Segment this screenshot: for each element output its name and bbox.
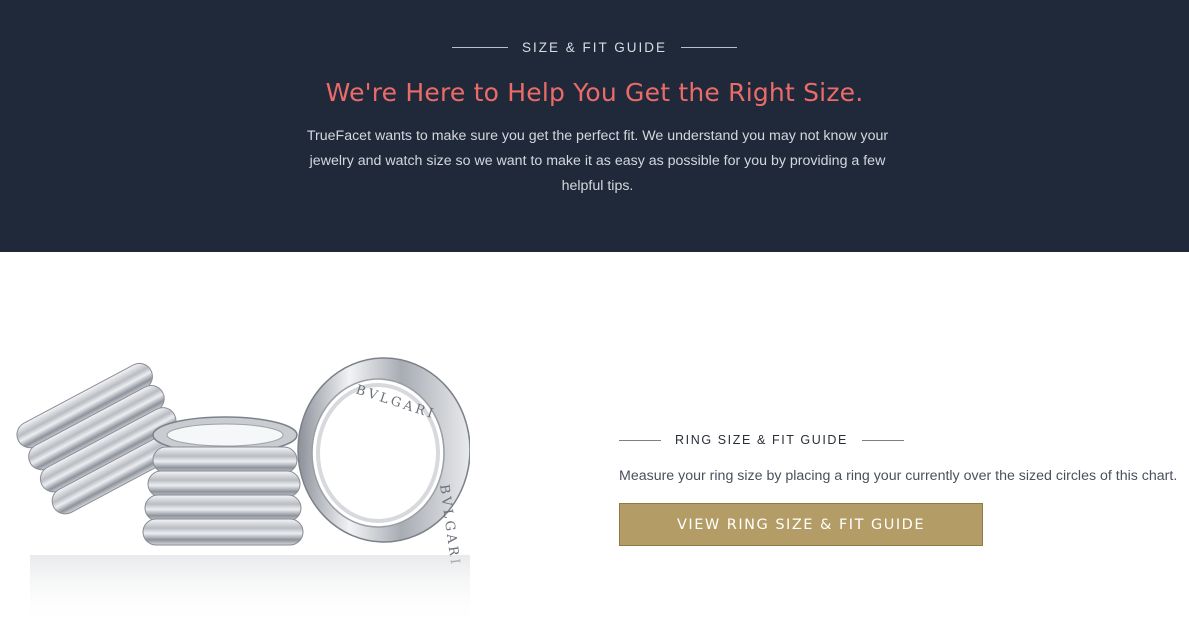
eyebrow-rule-right — [681, 47, 738, 48]
ring-guide-eyebrow-label: RING SIZE & FIT GUIDE — [675, 433, 848, 447]
view-ring-size-guide-button-label: VIEW RING SIZE & FIT GUIDE — [677, 516, 925, 533]
ring-guide-description: Measure your ring size by placing a ring… — [619, 468, 1178, 484]
hero-eyebrow: SIZE & FIT GUIDE — [0, 40, 1189, 55]
hero-intro: TrueFacet wants to make sure you get the… — [306, 128, 889, 194]
ring-guide-rule-left — [619, 439, 661, 441]
ring-guide-eyebrow: RING SIZE & FIT GUIDE — [619, 433, 1179, 447]
hero-headline: We're Here to Help You Get the Right Siz… — [325, 78, 864, 107]
right-ring: BVLGARI BVLGARI — [297, 357, 471, 568]
hero-eyebrow-label: SIZE & FIT GUIDE — [521, 40, 668, 55]
ring-size-guide: RING SIZE & FIT GUIDE Measure your ring … — [619, 433, 1179, 546]
ring-guide-rule-right — [861, 439, 904, 441]
eyebrow-rule-left — [451, 47, 508, 48]
middle-ring — [142, 416, 304, 546]
size-fit-hero: SIZE & FIT GUIDE We're Here to Help You … — [0, 0, 1189, 252]
rings-photo: BVLGARI BVLGARI — [10, 335, 471, 625]
rings-reflection — [30, 555, 470, 625]
view-ring-size-guide-button[interactable]: VIEW RING SIZE & FIT GUIDE — [619, 503, 983, 546]
rings-illustration: BVLGARI BVLGARI — [16, 357, 471, 625]
